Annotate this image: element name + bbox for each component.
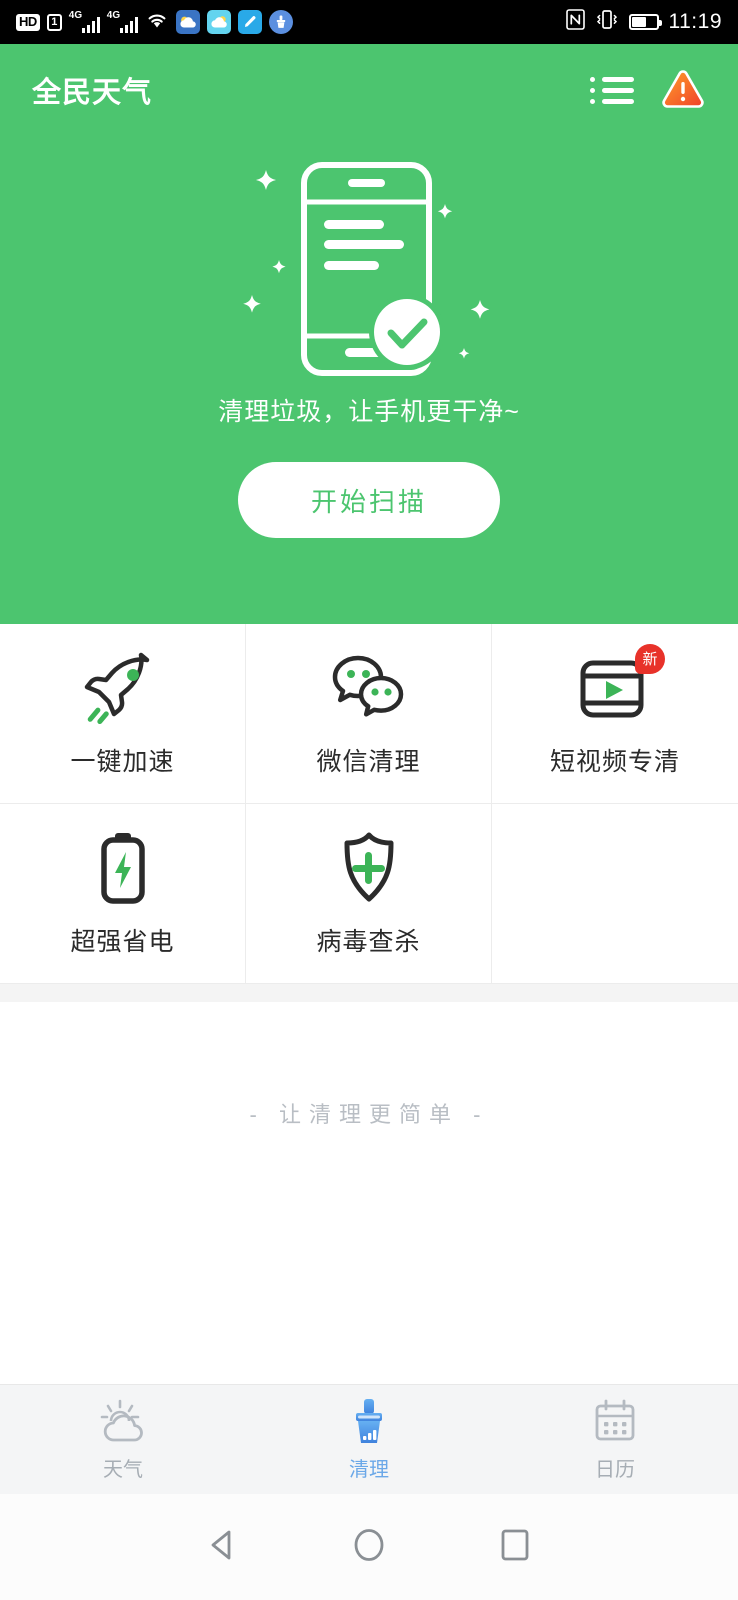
- sun-cloud-icon: [98, 1398, 148, 1446]
- status-bar-right: 11:19: [565, 9, 723, 35]
- weather-app-icon-2: [206, 10, 231, 34]
- section-divider: [0, 984, 738, 1002]
- vibrate-icon: [595, 9, 619, 35]
- feature-label: 病毒查杀: [316, 927, 421, 956]
- scan-button-wrap: 开始扫描: [0, 462, 738, 538]
- pen-app-icon: [237, 10, 262, 34]
- cleaner-app-icon: [268, 10, 293, 34]
- shield-plus-icon: [336, 830, 402, 906]
- back-triangle-icon[interactable]: [203, 1525, 243, 1570]
- content-area: - 让清理更简单 -: [0, 1002, 738, 1384]
- rocket-icon: [84, 650, 162, 726]
- signal-bars-2: [119, 16, 138, 33]
- video-player-icon: 新: [577, 643, 665, 726]
- battery-icon: [628, 14, 662, 30]
- nfc-icon: [565, 9, 585, 35]
- signal-4g-icon-1: 4G: [68, 10, 100, 33]
- tab-clean[interactable]: 清理: [246, 1385, 492, 1494]
- start-scan-button[interactable]: 开始扫描: [238, 462, 500, 538]
- broom-icon: [347, 1398, 391, 1446]
- feature-cell-short-video-clean[interactable]: 新 短视频专清: [492, 624, 738, 804]
- battery-bolt-icon: [96, 830, 150, 906]
- clock-label: 11:19: [668, 10, 722, 33]
- recent-square-icon[interactable]: [495, 1525, 535, 1570]
- hero-section: 全民天气 清理垃圾，让手机更干净~ 开始扫描: [0, 44, 738, 624]
- signal-bars-1: [81, 16, 100, 33]
- signal-4g-icon-2: 4G: [106, 10, 138, 33]
- feature-label: 微信清理: [316, 747, 421, 776]
- status-bar-left: HD 1 4G 4G: [16, 10, 293, 35]
- feature-label: 超强省电: [70, 927, 175, 956]
- app-bar: 全民天气: [0, 44, 738, 136]
- status-bar: HD 1 4G 4G 11:19: [0, 0, 738, 44]
- sim1-icon: 1: [46, 13, 62, 31]
- feature-cell-wechat-clean[interactable]: 微信清理: [246, 624, 492, 804]
- bottom-tab-bar: 天气 清理 日历: [0, 1384, 738, 1494]
- network-type-label-2: 4G: [106, 10, 121, 21]
- android-navigation-bar: [0, 1494, 738, 1600]
- tab-weather[interactable]: 天气: [0, 1385, 246, 1494]
- feature-cell-speedup[interactable]: 一键加速: [0, 624, 246, 804]
- new-badge: 新: [635, 643, 665, 674]
- feature-label: 短视频专清: [549, 747, 680, 776]
- hero-tagline: 清理垃圾，让手机更干净~: [218, 398, 520, 426]
- tab-label: 天气: [103, 1458, 143, 1481]
- list-icon[interactable]: [590, 76, 634, 104]
- network-type-label-1: 4G: [68, 10, 83, 21]
- wifi-icon: [145, 10, 169, 35]
- app-screen: HD 1 4G 4G 11:19 全民天气 清理垃圾，让手机更干净~ 开始扫描 …: [0, 0, 738, 1600]
- tab-calendar[interactable]: 日历: [492, 1385, 738, 1494]
- home-circle-icon[interactable]: [349, 1525, 389, 1570]
- feature-label: 一键加速: [70, 747, 175, 776]
- phone-clean-check-illustration: [0, 140, 738, 380]
- feature-cell-empty: [492, 804, 738, 984]
- calendar-icon: [592, 1398, 638, 1446]
- feature-cell-virus-scan[interactable]: 病毒查杀: [246, 804, 492, 984]
- app-bar-actions: [590, 68, 706, 112]
- weather-app-icon: [175, 10, 200, 34]
- hd-icon: HD: [16, 13, 40, 31]
- warning-triangle-icon[interactable]: [660, 68, 706, 112]
- feature-grid: 一键加速 微信清理 新 短视频专清 超强省电 病毒查杀: [0, 624, 738, 984]
- slogan-text: - 让清理更简单 -: [249, 1102, 489, 1127]
- page-title: 全民天气: [32, 77, 153, 109]
- wechat-bubbles-icon: [328, 650, 410, 726]
- tab-label: 清理: [349, 1458, 389, 1481]
- feature-cell-power-save[interactable]: 超强省电: [0, 804, 246, 984]
- tab-label: 日历: [595, 1458, 635, 1481]
